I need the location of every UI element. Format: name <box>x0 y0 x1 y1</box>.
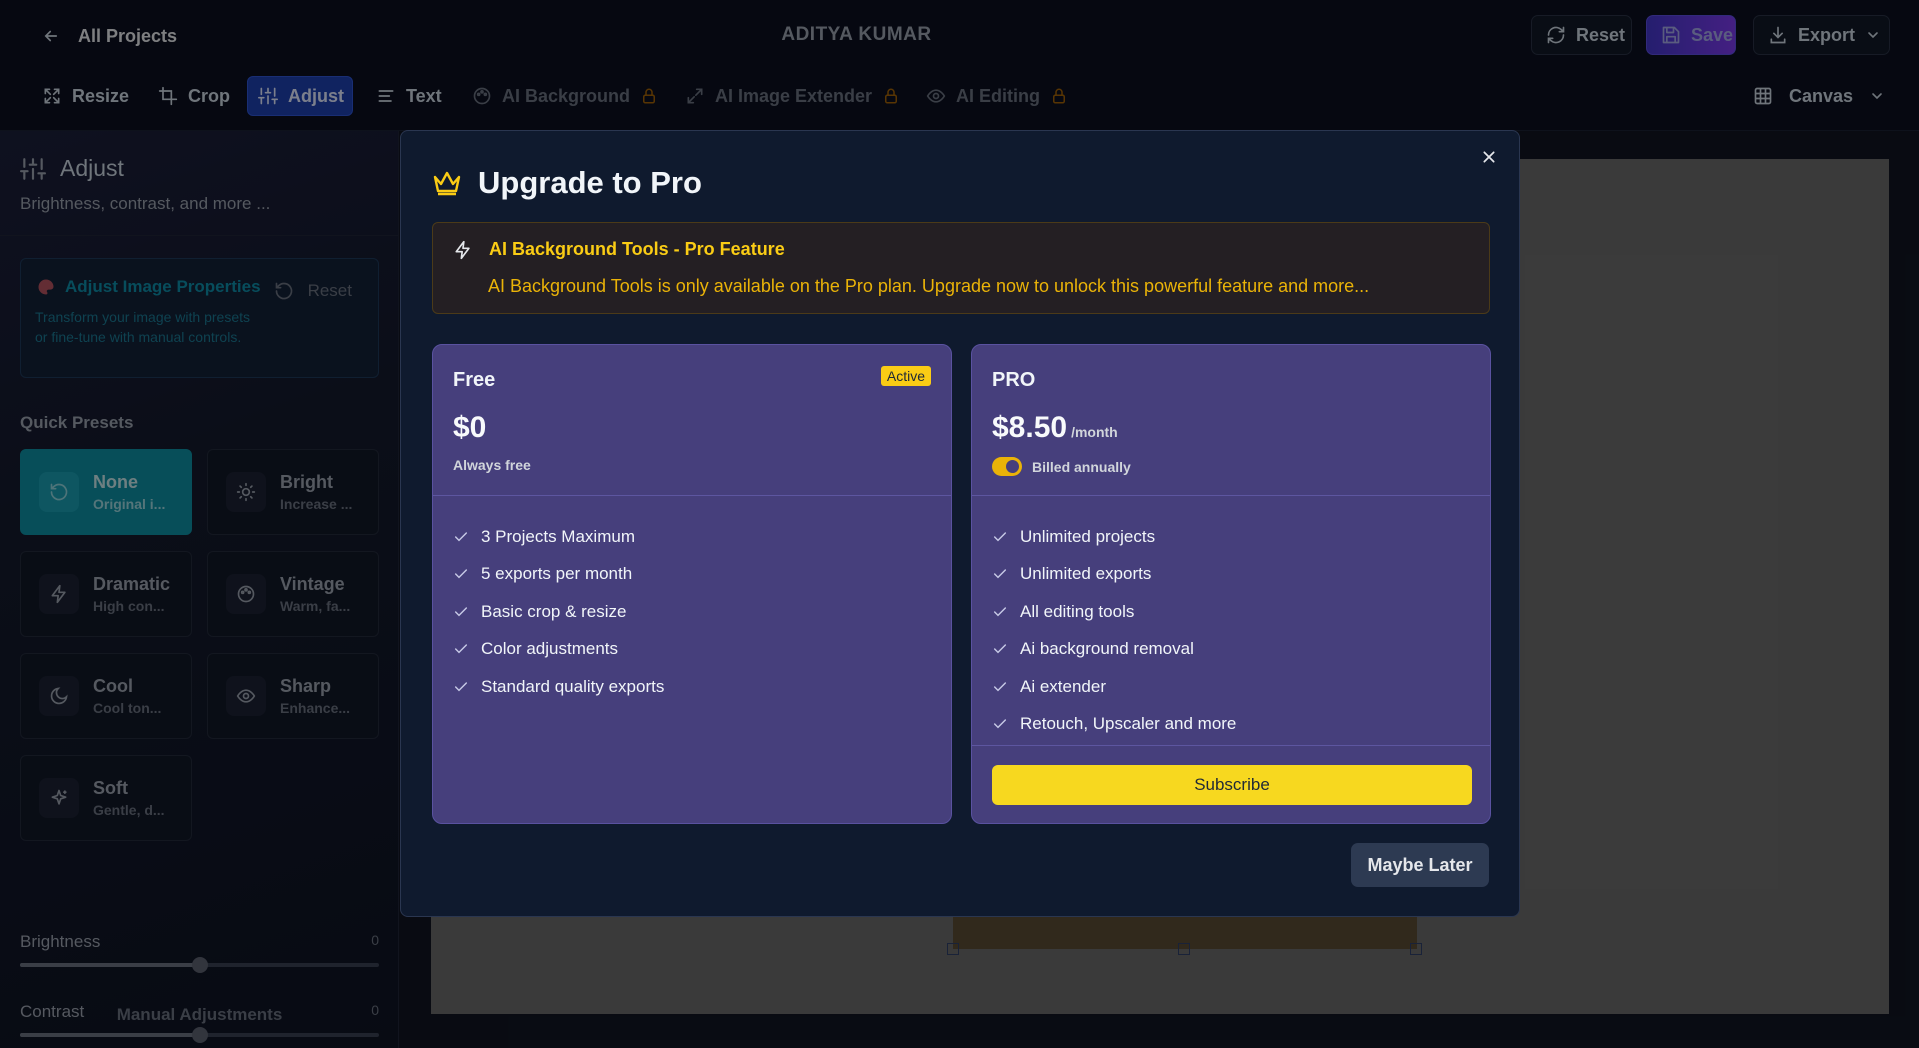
notice-title: AI Background Tools - Pro Feature <box>489 239 785 259</box>
subscribe-button[interactable]: Subscribe <box>992 765 1472 805</box>
list-item: Ai extender <box>992 668 1236 706</box>
check-icon <box>992 679 1008 695</box>
modal-title: Upgrade to Pro <box>478 165 702 200</box>
list-item: 3 Projects Maximum <box>453 518 664 556</box>
crown-icon <box>432 169 462 197</box>
plan-name: PRO <box>992 369 1036 391</box>
check-icon <box>992 566 1008 582</box>
list-item: Retouch, Upscaler and more <box>992 706 1236 744</box>
check-icon <box>453 679 469 695</box>
list-item: 5 exports per month <box>453 556 664 594</box>
feature-text: Ai extender <box>1020 676 1106 696</box>
plan-note: Always free <box>453 457 531 473</box>
check-icon <box>992 529 1008 545</box>
maybe-later-button[interactable]: Maybe Later <box>1351 843 1489 887</box>
close-modal-button[interactable] <box>1481 149 1497 165</box>
divider <box>972 745 1490 746</box>
divider <box>972 495 1490 496</box>
feature-text: Unlimited exports <box>1020 564 1152 584</box>
feature-text: Color adjustments <box>481 639 619 659</box>
list-item: Color adjustments <box>453 631 664 669</box>
feature-text: Retouch, Upscaler and more <box>1020 714 1237 734</box>
pro-plan-card: PRO $8.50/month Billed annually Unlimite… <box>971 344 1491 824</box>
feature-text: Standard quality exports <box>481 676 665 696</box>
feature-text: 3 Projects Maximum <box>481 526 635 546</box>
toggle-knob <box>1006 460 1019 473</box>
check-icon <box>453 566 469 582</box>
status-badge: Active <box>880 366 931 386</box>
feature-text: Basic crop & resize <box>481 601 627 621</box>
billing-label: Billed annually <box>1032 458 1131 475</box>
list-item: All editing tools <box>992 593 1236 631</box>
check-icon <box>453 641 469 657</box>
plan-period: /month <box>1071 424 1118 440</box>
pro-feature-notice: AI Background Tools - Pro Feature AI Bac… <box>432 222 1490 314</box>
free-feature-list: 3 Projects Maximum 5 exports per month B… <box>453 518 664 706</box>
list-item: Ai background removal <box>992 631 1236 669</box>
check-icon <box>453 604 469 620</box>
plan-price: $8.50 <box>992 411 1068 444</box>
list-item: Unlimited exports <box>992 556 1236 594</box>
close-icon <box>1481 149 1497 165</box>
plan-name: Free <box>453 369 496 391</box>
feature-text: All editing tools <box>1020 601 1135 621</box>
check-icon <box>992 641 1008 657</box>
divider <box>433 495 951 496</box>
upgrade-modal: Upgrade to Pro AI Background Tools - Pro… <box>400 130 1520 917</box>
list-item: Standard quality exports <box>453 668 664 706</box>
check-icon <box>992 716 1008 732</box>
check-icon <box>453 529 469 545</box>
billing-row: Billed annually <box>992 457 1131 476</box>
feature-text: Ai background removal <box>1020 639 1194 659</box>
notice-header: AI Background Tools - Pro Feature <box>453 239 785 260</box>
pro-feature-list: Unlimited projects Unlimited exports All… <box>992 518 1236 743</box>
feature-text: Unlimited projects <box>1020 526 1156 546</box>
free-plan-card: Free Active $0 Always free 3 Projects Ma… <box>432 344 952 824</box>
list-item: Basic crop & resize <box>453 593 664 631</box>
plan-price: $0 <box>453 411 487 444</box>
feature-text: 5 exports per month <box>481 564 633 584</box>
check-icon <box>992 604 1008 620</box>
plan-price-row: $8.50/month <box>992 411 1118 445</box>
list-item: Unlimited projects <box>992 518 1236 556</box>
notice-body: AI Background Tools is only available on… <box>488 276 1370 296</box>
modal-header: Upgrade to Pro <box>432 165 702 201</box>
billed-annually-toggle[interactable] <box>992 457 1022 476</box>
zap-icon <box>453 240 473 260</box>
